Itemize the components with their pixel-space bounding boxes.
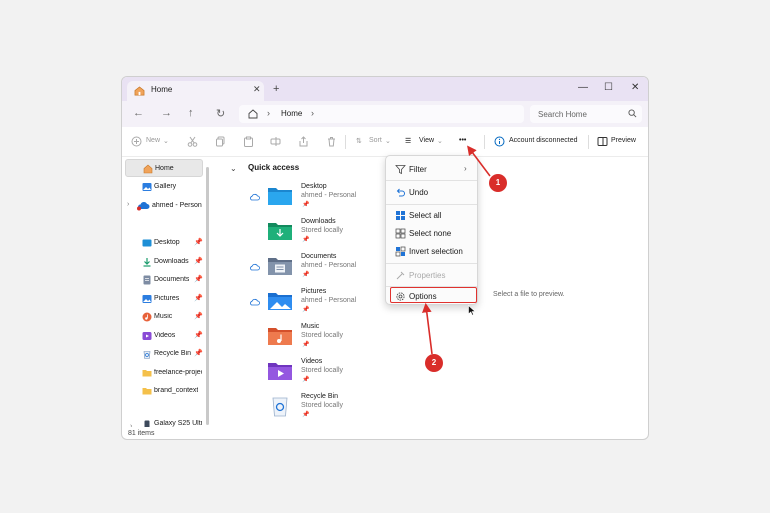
mouse-cursor-icon [468,305,476,316]
step-1-badge: 1 [489,174,507,192]
arrow-to-see-more [467,145,491,177]
step-2-badge: 2 [425,354,443,372]
arrow-to-options [422,302,433,355]
annotation-arrows [422,145,491,355]
